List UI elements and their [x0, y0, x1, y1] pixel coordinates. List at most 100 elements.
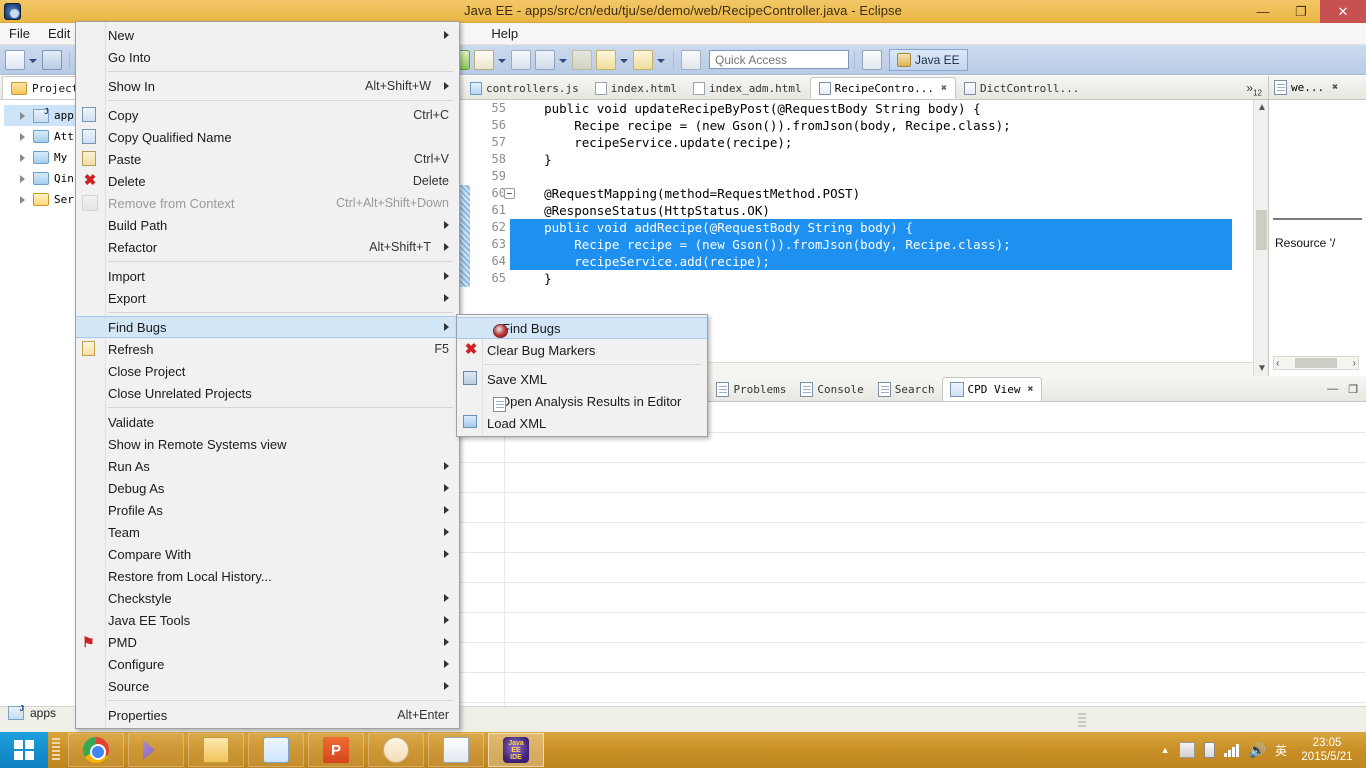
submenu-item-save-xml[interactable]: Save XML: [457, 368, 707, 390]
close-icon[interactable]: ✖: [941, 83, 947, 94]
minimize-panel-button[interactable]: —: [1327, 383, 1338, 396]
menu-item-new[interactable]: New: [76, 24, 459, 46]
close-icon[interactable]: ✖: [1028, 384, 1034, 395]
menu-item-source[interactable]: Source: [76, 675, 459, 697]
menu-item-restore-from-local-history[interactable]: Restore from Local History...: [76, 565, 459, 587]
taskbar-item-eclipse[interactable]: Java EE IDE: [488, 733, 544, 767]
maximize-button[interactable]: ❐: [1282, 0, 1320, 23]
taskbar-item-paint[interactable]: [368, 733, 424, 767]
tab-search[interactable]: Search: [871, 377, 942, 401]
menu-item-show-in[interactable]: Show In Alt+Shift+W: [76, 75, 459, 97]
menu-item-import[interactable]: Import: [76, 265, 459, 287]
close-icon[interactable]: ✖: [1332, 82, 1338, 93]
chevron-right-icon[interactable]: [18, 153, 28, 163]
maximize-panel-button[interactable]: ❐: [1348, 383, 1358, 396]
editor-tab-dictcontroller[interactable]: DictControll...: [956, 77, 1087, 99]
save-icon[interactable]: [42, 49, 62, 70]
quick-access-input[interactable]: [709, 50, 849, 69]
menu-item-configure[interactable]: Configure: [76, 653, 459, 675]
menu-item-find-bugs[interactable]: Find Bugs: [76, 316, 459, 338]
editor-tab-index-adm-html[interactable]: index_adm.html: [685, 77, 810, 99]
menu-item-compare-with[interactable]: Compare With: [76, 543, 459, 565]
menu-item-delete[interactable]: ✖ Delete Delete: [76, 170, 459, 192]
taskbar-item-media-player[interactable]: [128, 733, 184, 767]
menu-item-export[interactable]: Export: [76, 287, 459, 309]
editor-tab-index-html[interactable]: index.html: [587, 77, 685, 99]
editor-tab-recipecontroller[interactable]: RecipeContro... ✖: [809, 77, 957, 99]
scroll-up-icon[interactable]: ▲: [1257, 102, 1267, 113]
new-wizard-dropdown[interactable]: [27, 50, 37, 70]
taskbar-item-chrome[interactable]: [68, 733, 124, 767]
editor-tab-controllers-js[interactable]: controllers.js: [462, 77, 587, 99]
tab-problems[interactable]: Problems: [709, 377, 793, 401]
menu-item-build-path[interactable]: Build Path: [76, 214, 459, 236]
checkstyle-icon[interactable]: [511, 49, 531, 70]
menu-item-properties[interactable]: Properties Alt+Enter: [76, 704, 459, 726]
taskbar-item-file-explorer[interactable]: [188, 733, 244, 767]
pmd-icon[interactable]: [474, 49, 494, 70]
tab-cpd-view[interactable]: CPD View ✖: [941, 377, 1042, 401]
close-button[interactable]: ✕: [1320, 0, 1366, 23]
menu-edit[interactable]: Edit: [39, 24, 79, 43]
chevron-right-icon[interactable]: [18, 111, 28, 121]
open-perspective-icon[interactable]: [862, 49, 882, 70]
editor-vertical-scrollbar[interactable]: ▲ ▼: [1253, 100, 1268, 376]
findbugs-dropdown[interactable]: [557, 50, 567, 70]
menu-item-copy[interactable]: Copy Ctrl+C: [76, 104, 459, 126]
submenu-item-open-analysis-results[interactable]: Open Analysis Results in Editor: [457, 390, 707, 412]
taskbar-item-powerpoint[interactable]: P: [308, 733, 364, 767]
minimize-button[interactable]: —: [1244, 0, 1282, 23]
back-icon[interactable]: [572, 49, 592, 70]
forward-icon[interactable]: [633, 49, 653, 70]
network-signal-icon[interactable]: [1223, 743, 1240, 757]
scroll-left-icon[interactable]: ‹: [1276, 358, 1279, 369]
scroll-down-icon[interactable]: ▼: [1257, 363, 1267, 374]
resize-grip[interactable]: [1078, 713, 1086, 727]
findbugs-icon[interactable]: [535, 49, 555, 70]
menu-item-close-unrelated-projects[interactable]: Close Unrelated Projects: [76, 382, 459, 404]
battery-icon[interactable]: [1203, 742, 1215, 758]
menu-item-debug-as[interactable]: Debug As: [76, 477, 459, 499]
forward-dropdown[interactable]: [655, 50, 665, 70]
pmd-dropdown[interactable]: [496, 50, 506, 70]
cpd-view-content[interactable]: [458, 402, 1366, 706]
menu-help[interactable]: Help: [482, 24, 527, 43]
clock[interactable]: 23:05 2015/5/21: [1296, 736, 1358, 764]
submenu-item-clear-bug-markers[interactable]: ✖ Clear Bug Markers: [457, 339, 707, 361]
start-button[interactable]: [0, 732, 48, 768]
menu-item-paste[interactable]: Paste Ctrl+V: [76, 148, 459, 170]
scroll-right-icon[interactable]: ›: [1353, 358, 1356, 369]
menu-item-go-into[interactable]: Go Into: [76, 46, 459, 68]
scrollbar-thumb[interactable]: [1256, 210, 1267, 250]
taskbar-grip[interactable]: [52, 738, 60, 762]
menu-item-java-ee-tools[interactable]: Java EE Tools: [76, 609, 459, 631]
taskbar-item-photo-viewer[interactable]: [428, 733, 484, 767]
volume-icon[interactable]: 🔊: [1249, 742, 1266, 759]
tab-console[interactable]: Console: [793, 377, 870, 401]
chevron-right-icon[interactable]: [18, 132, 28, 142]
perspective-java-ee[interactable]: Java EE: [889, 48, 968, 71]
submenu-item-load-xml[interactable]: Load XML: [457, 412, 707, 434]
menu-item-validate[interactable]: Validate: [76, 411, 459, 433]
menu-item-copy-qualified-name[interactable]: Copy Qualified Name: [76, 126, 459, 148]
annotation-icon[interactable]: [681, 49, 701, 70]
web-xml-horizontal-scrollbar[interactable]: ‹ ›: [1273, 356, 1359, 370]
editor-tab-overflow[interactable]: »12: [1246, 81, 1262, 97]
chevron-right-icon[interactable]: [18, 174, 28, 184]
menu-item-show-in-remote-systems-view[interactable]: Show in Remote Systems view: [76, 433, 459, 455]
new-wizard-icon[interactable]: [5, 49, 25, 70]
menu-item-close-project[interactable]: Close Project: [76, 360, 459, 382]
back-dropdown[interactable]: [618, 50, 628, 70]
menu-item-checkstyle[interactable]: Checkstyle: [76, 587, 459, 609]
menu-item-refresh[interactable]: Refresh F5: [76, 338, 459, 360]
security-alert-icon[interactable]: [1178, 742, 1195, 758]
menu-item-pmd[interactable]: ⚑ PMD: [76, 631, 459, 653]
submenu-item-find-bugs[interactable]: Find Bugs: [457, 317, 707, 339]
back-history-icon[interactable]: [596, 49, 616, 70]
show-hidden-icons-icon[interactable]: ▲: [1161, 745, 1170, 755]
menu-item-profile-as[interactable]: Profile As: [76, 499, 459, 521]
ime-indicator[interactable]: 英: [1275, 742, 1287, 759]
menu-item-run-as[interactable]: Run As: [76, 455, 459, 477]
menu-item-refactor[interactable]: Refactor Alt+Shift+T: [76, 236, 459, 258]
chevron-right-icon[interactable]: [18, 195, 28, 205]
